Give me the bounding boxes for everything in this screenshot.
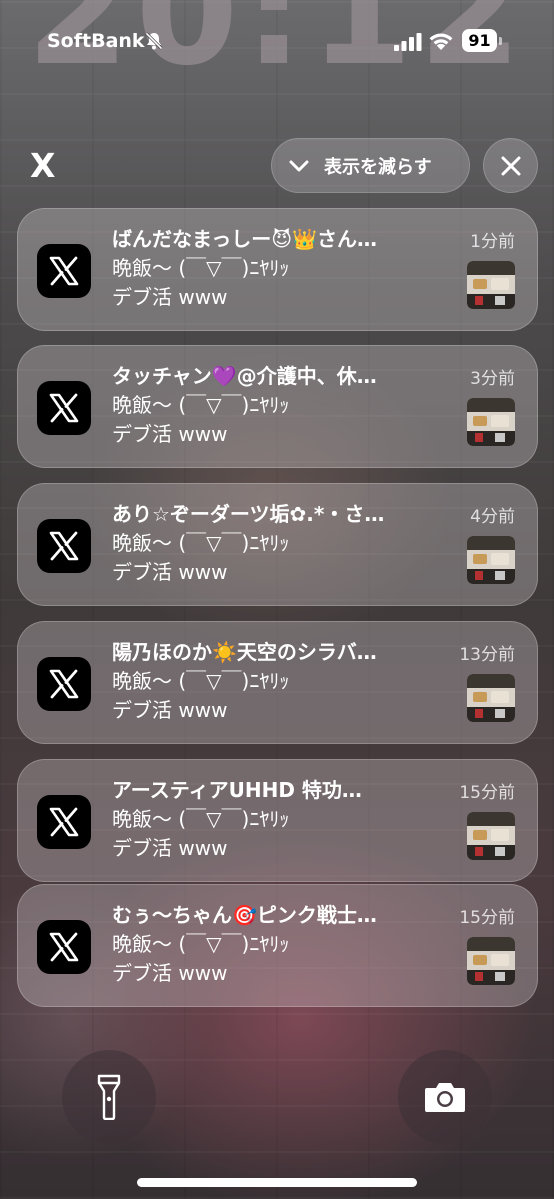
notification-message: 晩飯〜 (￣▽￣)ﾆﾔﾘｯ デブ活 www xyxy=(112,393,290,446)
notification-card[interactable]: タッチャン💜@介護中、休… 3分前 晩飯〜 (￣▽￣)ﾆﾔﾘｯ デブ活 www xyxy=(17,345,538,468)
clear-notifications-button[interactable] xyxy=(483,138,538,193)
camera-button[interactable] xyxy=(398,1050,492,1144)
attachment-thumbnail xyxy=(467,261,515,309)
notification-message: 晩飯〜 (￣▽￣)ﾆﾔﾘｯ デブ活 www xyxy=(112,807,290,860)
notification-sender: むぅ〜ちゃん🎯ピンク戦士… xyxy=(112,903,377,927)
show-less-label: 表示を減らす xyxy=(324,156,432,178)
notification-sender: タッチャン💜@介護中、休… xyxy=(112,364,377,388)
notification-message: 晩飯〜 (￣▽￣)ﾆﾔﾘｯ デブ活 www xyxy=(112,531,290,584)
flashlight-icon xyxy=(97,1074,121,1120)
x-app-icon xyxy=(37,657,91,711)
wifi-icon xyxy=(429,33,453,50)
flashlight-button[interactable] xyxy=(62,1050,156,1144)
notification-time: 15分前 xyxy=(459,783,515,803)
notification-card[interactable]: むぅ〜ちゃん🎯ピンク戦士… 15分前 晩飯〜 (￣▽￣)ﾆﾔﾘｯ デブ活 www xyxy=(17,884,538,1007)
notification-card[interactable]: 陽乃ほのか☀️天空のシラバ… 13分前 晩飯〜 (￣▽￣)ﾆﾔﾘｯ デブ活 ww… xyxy=(17,621,538,744)
status-bar: SoftBank 91 xyxy=(0,0,554,80)
notification-sender: 陽乃ほのか☀️天空のシラバ… xyxy=(112,640,377,664)
notification-sender: アースティアUHHD 特功… xyxy=(112,778,362,802)
x-app-icon xyxy=(37,795,91,849)
camera-icon xyxy=(425,1083,465,1112)
notification-card[interactable]: アースティアUHHD 特功… 15分前 晩飯〜 (￣▽￣)ﾆﾔﾘｯ デブ活 ww… xyxy=(17,759,538,882)
home-indicator[interactable] xyxy=(137,1178,417,1187)
x-app-icon xyxy=(37,381,91,435)
x-app-icon xyxy=(37,920,91,974)
chevron-down-icon xyxy=(289,160,309,171)
notification-time: 3分前 xyxy=(470,369,515,389)
notification-card[interactable]: ばんだなまっしー😈👑さん… 1分前 晩飯〜 (￣▽￣)ﾆﾔﾘｯ デブ活 www xyxy=(17,208,538,331)
notification-time: 1分前 xyxy=(470,232,515,252)
attachment-thumbnail xyxy=(467,398,515,446)
notification-message: 晩飯〜 (￣▽￣)ﾆﾔﾘｯ デブ活 www xyxy=(112,669,290,722)
battery-tip xyxy=(499,37,502,45)
carrier-label: SoftBank xyxy=(47,30,145,52)
notification-message: 晩飯〜 (￣▽￣)ﾆﾔﾘｯ デブ活 www xyxy=(112,932,290,985)
notification-sender: ばんだなまっしー😈👑さん… xyxy=(112,227,377,251)
notification-message: 晩飯〜 (￣▽￣)ﾆﾔﾘｯ デブ活 www xyxy=(112,256,290,309)
battery-icon: 91 xyxy=(462,29,497,52)
attachment-thumbnail xyxy=(467,937,515,985)
notification-time: 15分前 xyxy=(459,908,515,928)
app-group-title: X xyxy=(30,146,56,185)
x-app-icon xyxy=(37,244,91,298)
close-icon xyxy=(501,156,520,175)
notification-sender: あり☆ぞーダーツ垢✿.*・さ… xyxy=(112,502,385,526)
attachment-thumbnail xyxy=(467,536,515,584)
attachment-thumbnail xyxy=(467,812,515,860)
notification-time: 4分前 xyxy=(470,507,515,527)
show-less-button[interactable]: 表示を減らす xyxy=(271,138,470,193)
bell-slash-icon xyxy=(145,32,163,50)
cellular-signal-icon xyxy=(394,33,422,51)
x-app-icon xyxy=(37,519,91,573)
notification-card[interactable]: あり☆ぞーダーツ垢✿.*・さ… 4分前 晩飯〜 (￣▽￣)ﾆﾔﾘｯ デブ活 ww… xyxy=(17,483,538,606)
attachment-thumbnail xyxy=(467,674,515,722)
notification-time: 13分前 xyxy=(459,645,515,665)
